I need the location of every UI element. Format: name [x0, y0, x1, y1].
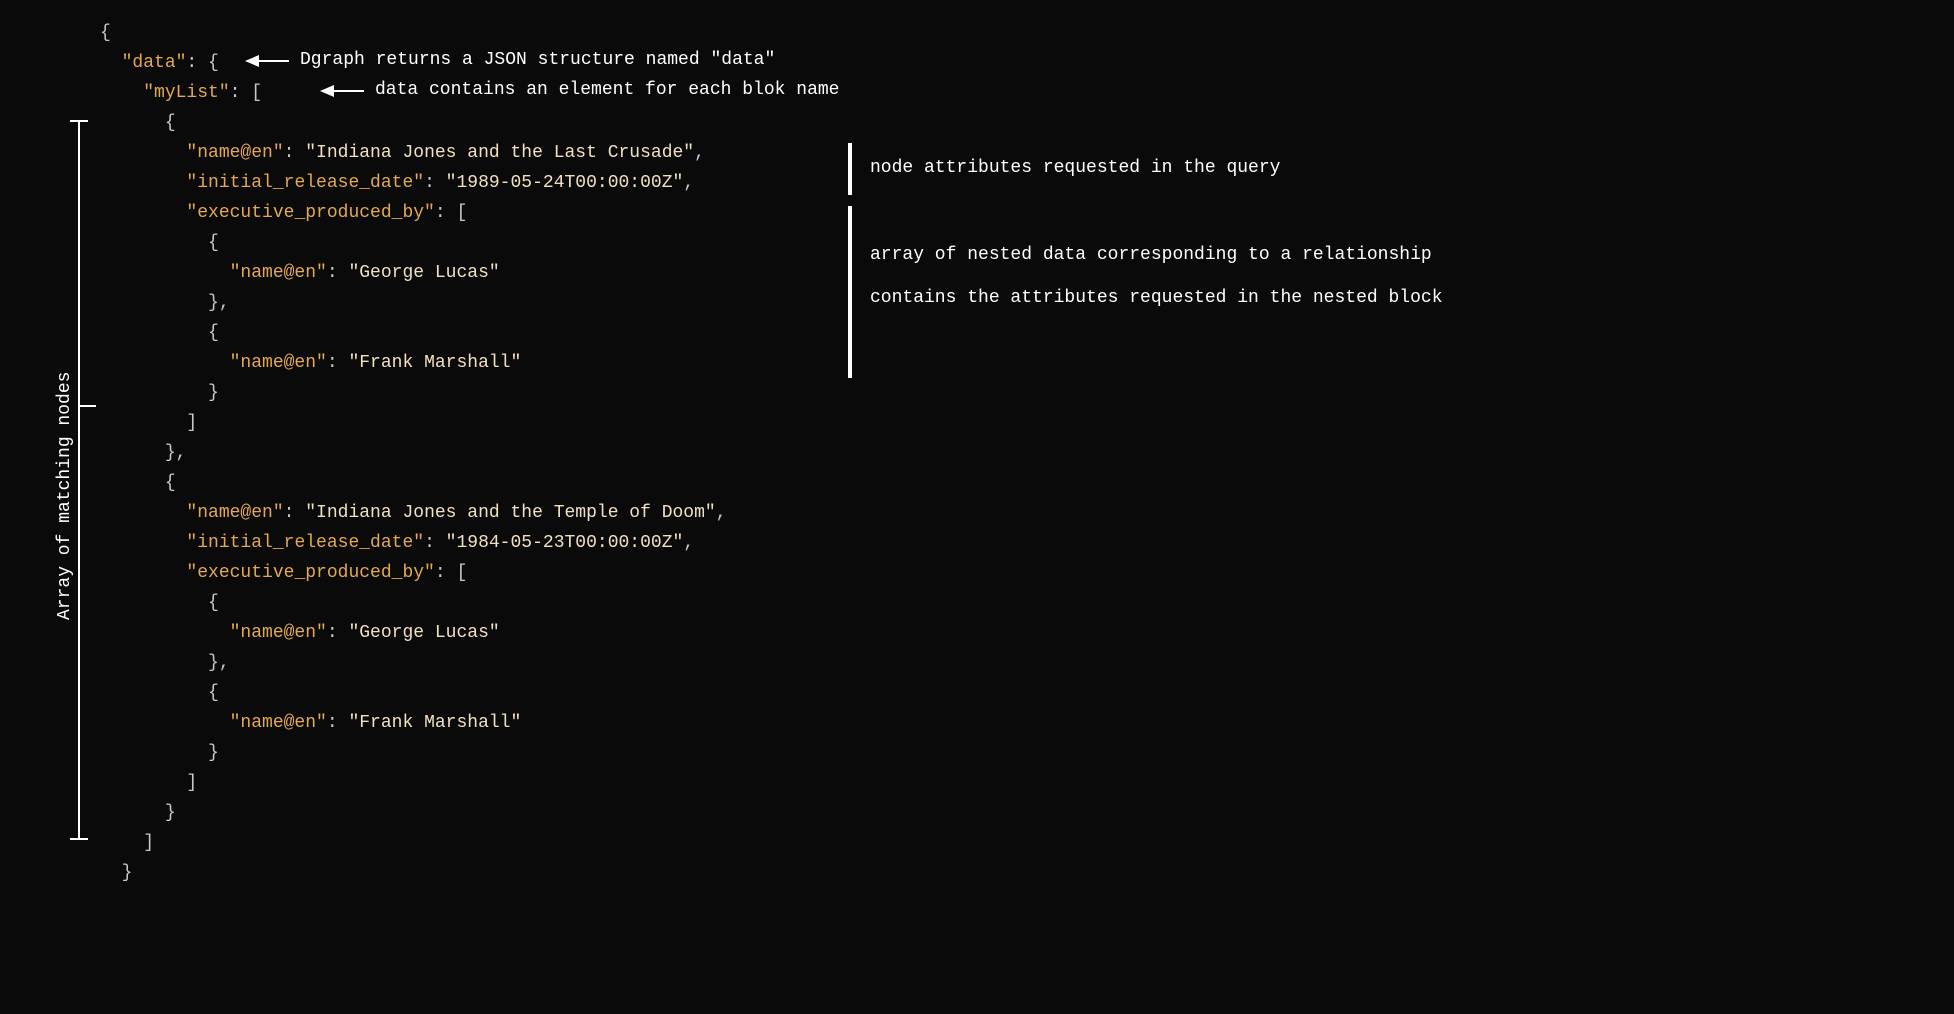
- arrow-mylist-line: [334, 90, 364, 92]
- key-release: "initial_release_date": [186, 173, 424, 193]
- val-producer2a: "Frank Marshall": [348, 353, 521, 373]
- arrow-mylist-icon: [320, 85, 334, 97]
- bracket-left-botcap: [70, 838, 88, 840]
- note-data: Dgraph returns a JSON structure named "d…: [300, 50, 775, 70]
- bracket-nested: [848, 206, 852, 378]
- key-prod: "executive_produced_by": [186, 203, 434, 223]
- val-producer1a: "George Lucas": [348, 263, 499, 283]
- key-name: "name@en": [186, 143, 283, 163]
- key-data: "data": [122, 53, 187, 73]
- val-movie1-date: "1989-05-24T00:00:00Z": [446, 173, 684, 193]
- val-movie2-name: "Indiana Jones and the Temple of Doom": [305, 503, 715, 523]
- diagram-stage: { "data": { "myList": [ { "name@en": "In…: [0, 0, 1954, 1014]
- key-mylist: "myList": [143, 83, 229, 103]
- arrow-data-line: [259, 60, 289, 62]
- note-nested-1: array of nested data corresponding to a …: [870, 245, 1432, 265]
- note-left: Array of matching nodes: [55, 372, 75, 620]
- bracket-left: [78, 120, 80, 840]
- note-nested-2: contains the attributes requested in the…: [870, 288, 1443, 308]
- val-producer2b: "Frank Marshall": [348, 713, 521, 733]
- arrow-data-icon: [245, 55, 259, 67]
- val-movie1-name: "Indiana Jones and the Last Crusade": [305, 143, 694, 163]
- note-mylist: data contains an element for each blok n…: [375, 80, 839, 100]
- bracket-attrs: [848, 143, 852, 195]
- note-attrs: node attributes requested in the query: [870, 158, 1280, 178]
- val-movie2-date: "1984-05-23T00:00:00Z": [446, 533, 684, 553]
- val-producer1b: "George Lucas": [348, 623, 499, 643]
- json-code: { "data": { "myList": [ { "name@en": "In…: [100, 18, 727, 888]
- bracket-left-topcap: [70, 120, 88, 122]
- bracket-left-tick: [78, 405, 96, 407]
